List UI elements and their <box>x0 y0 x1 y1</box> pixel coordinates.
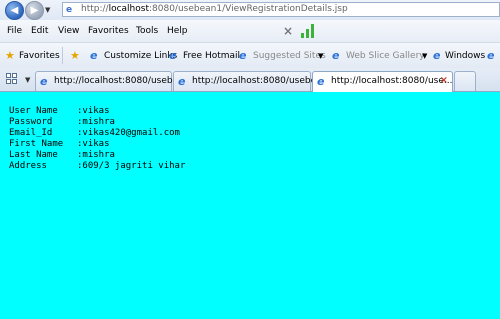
detail-label: First Name <box>9 139 64 149</box>
favorites-button[interactable]: Favorites <box>19 51 60 61</box>
fav-link-free-hotmail[interactable]: Free Hotmail <box>183 51 240 61</box>
menu-favorites[interactable]: Favorites <box>88 26 129 36</box>
ie-page-icon: e <box>90 49 98 62</box>
detail-label: Address <box>9 161 47 171</box>
address-bar[interactable]: e http://localhost:8080/usebean1/ViewReg… <box>62 2 500 17</box>
detail-row-user-name: User Name :vikas <box>9 106 185 117</box>
detail-value: :vikas <box>77 106 110 116</box>
page-icon: e <box>66 5 73 15</box>
signal-bars-icon <box>301 24 314 38</box>
recent-pages-dropdown[interactable]: ▼ <box>45 6 50 14</box>
favorites-star-icon[interactable]: ★ <box>5 49 15 62</box>
ie-page-icon: e <box>239 49 247 62</box>
detail-value: :vikas420@gmail.com <box>77 128 180 138</box>
ie-page-icon: e <box>317 75 325 88</box>
detail-row-address: Address :609/3 jagriti vihar <box>9 161 185 172</box>
tab-label: http://localhost:8080/usebe... <box>54 76 187 86</box>
fav-link-windows[interactable]: Windows <box>445 51 485 61</box>
tab-list-dropdown[interactable]: ▼ <box>25 76 30 84</box>
menu-tools[interactable]: Tools <box>136 26 158 36</box>
menu-view[interactable]: View <box>58 26 79 36</box>
quick-tabs-icon[interactable] <box>6 73 18 85</box>
favorites-bar: ★ Favorites ★ e Customize Links e Free H… <box>0 43 500 69</box>
detail-row-last-name: Last Name :mishra <box>9 150 185 161</box>
detail-value: :mishra <box>77 117 115 127</box>
ie-page-icon: e <box>40 75 48 88</box>
detail-value: :vikas <box>77 139 110 149</box>
tab-3-active[interactable]: e http://localhost:8080/use... × <box>312 71 453 92</box>
detail-row-email: Email_Id :vikas420@gmail.com <box>9 128 185 139</box>
tab-label: http://localhost:8080/usebe... <box>192 76 325 86</box>
fav-link-web-slice-gallery[interactable]: Web Slice Gallery <box>346 51 425 61</box>
chevron-down-icon[interactable]: ▼ <box>422 52 427 60</box>
fav-link-customize-links[interactable]: Customize Links <box>104 51 177 61</box>
detail-value: :609/3 jagriti vihar <box>77 161 186 171</box>
ie-page-icon: e <box>169 49 177 62</box>
address-toolbar: ◀ ▶ ▼ e http://localhost:8080/usebean1/V… <box>0 0 500 20</box>
menu-bar: File Edit View Favorites Tools Help × <box>0 20 500 43</box>
tab-bar: ▼ e http://localhost:8080/usebe... e htt… <box>0 68 500 92</box>
ie-page-icon: e <box>178 75 186 88</box>
detail-value: :mishra <box>77 150 115 160</box>
ie-page-icon: e <box>487 49 495 62</box>
separator <box>62 47 63 64</box>
detail-row-password: Password :mishra <box>9 117 185 128</box>
detail-label: User Name <box>9 106 58 116</box>
chevron-down-icon[interactable]: ▼ <box>318 52 323 60</box>
menu-help[interactable]: Help <box>167 26 188 36</box>
detail-label: Password <box>9 117 53 127</box>
ie-page-icon: e <box>332 49 340 62</box>
tab-2[interactable]: e http://localhost:8080/usebe... <box>173 71 325 91</box>
detail-label: Email_Id <box>9 128 53 138</box>
close-icon[interactable]: × <box>283 24 293 38</box>
detail-label: Last Name <box>9 150 58 160</box>
address-url[interactable]: http://localhost:8080/usebean1/ViewRegis… <box>81 4 348 14</box>
registration-details: User Name :vikas Password :mishra Email_Id… <box>9 106 185 172</box>
tab-1[interactable]: e http://localhost:8080/usebe... <box>35 71 187 91</box>
new-tab-button[interactable] <box>454 71 476 91</box>
tab-label: http://localhost:8080/use... <box>331 76 453 86</box>
menu-edit[interactable]: Edit <box>31 26 48 36</box>
menu-file[interactable]: File <box>7 26 22 36</box>
ie-page-icon: e <box>433 49 441 62</box>
forward-button[interactable]: ▶ <box>25 1 44 20</box>
add-favorite-icon[interactable]: ★ <box>70 49 80 62</box>
close-tab-icon[interactable]: × <box>440 75 448 86</box>
back-button[interactable]: ◀ <box>5 1 24 20</box>
fav-link-suggested-sites[interactable]: Suggested Sites <box>253 51 326 61</box>
page-content: User Name :vikas Password :mishra Email_Id… <box>0 92 500 319</box>
detail-row-first-name: First Name :vikas <box>9 139 185 150</box>
browser-window: ◀ ▶ ▼ e http://localhost:8080/usebean1/V… <box>0 0 500 319</box>
